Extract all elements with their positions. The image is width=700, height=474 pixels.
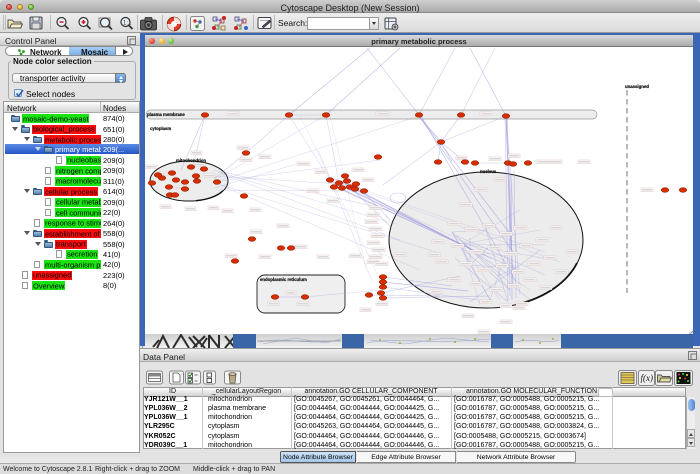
svg-text:f(x): f(x) xyxy=(641,373,654,383)
svg-text:unassigned: unassigned xyxy=(625,84,649,89)
svg-text:cytoplasm: cytoplasm xyxy=(150,126,171,131)
svg-text:nucleus: nucleus xyxy=(480,169,497,174)
svg-text:mitochondrion: mitochondrion xyxy=(176,158,206,163)
svg-text:1:1: 1:1 xyxy=(123,21,132,27)
svg-text:endoplasmic reticulum: endoplasmic reticulum xyxy=(260,277,307,282)
svg-text:plasma membrane: plasma membrane xyxy=(147,112,185,117)
